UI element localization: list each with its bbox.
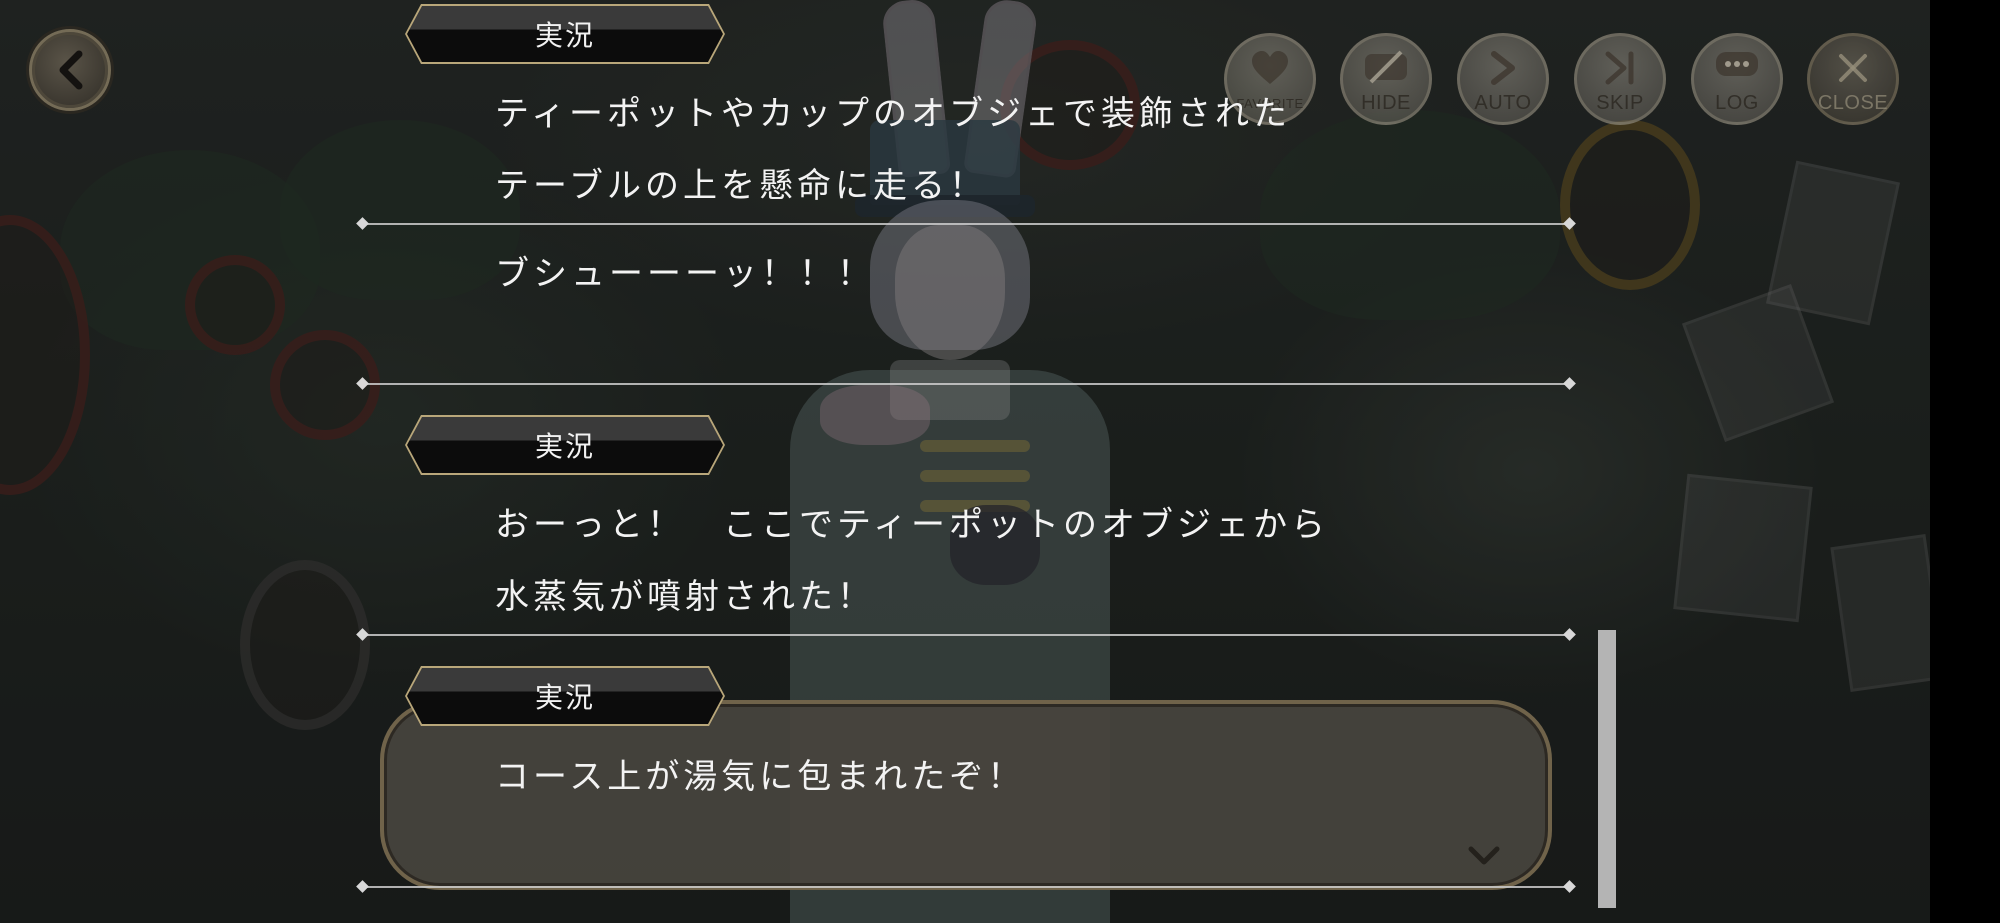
play-icon bbox=[1491, 51, 1515, 85]
skip-forward-icon bbox=[1605, 51, 1634, 85]
close-label: CLOSE bbox=[1817, 92, 1889, 114]
hide-label: HIDE bbox=[1361, 92, 1411, 114]
speaker-tag: 実況 bbox=[405, 666, 725, 726]
speaker-name: 実況 bbox=[534, 681, 595, 714]
right-letterbox bbox=[1930, 0, 2000, 923]
skip-label: SKIP bbox=[1596, 92, 1644, 114]
speaker-tag: 実況 bbox=[405, 4, 725, 64]
speaker-tag: 実況 bbox=[405, 415, 725, 475]
log-line: ブシューーーッ！！！ bbox=[495, 254, 875, 294]
skip-button[interactable]: SKIP bbox=[1574, 33, 1666, 125]
hide-button[interactable]: HIDE bbox=[1340, 33, 1432, 125]
back-button[interactable] bbox=[29, 29, 111, 111]
entry-separator bbox=[362, 886, 1570, 888]
log-line: おーっと！ ここでティーポットのオブジェから bbox=[495, 505, 1329, 545]
chat-bubble-icon bbox=[1716, 52, 1758, 76]
chevron-left-icon bbox=[59, 50, 83, 90]
log-line: テーブルの上を懸命に走る！ bbox=[495, 166, 987, 206]
close-button[interactable]: CLOSE bbox=[1807, 33, 1899, 125]
log-button[interactable]: LOG bbox=[1691, 33, 1783, 125]
scrollbar-thumb[interactable] bbox=[1598, 630, 1616, 908]
entry-separator bbox=[362, 383, 1570, 385]
close-icon bbox=[1839, 54, 1867, 82]
auto-label: AUTO bbox=[1474, 92, 1532, 114]
backlog-scrollbar[interactable] bbox=[1598, 630, 1616, 908]
entry-separator bbox=[362, 634, 1570, 636]
chevron-down-icon bbox=[1468, 846, 1500, 865]
speaker-name: 実況 bbox=[534, 430, 595, 463]
speaker-name: 実況 bbox=[534, 19, 595, 52]
log-line: コース上が湯気に包まれたぞ！ bbox=[495, 757, 1026, 797]
log-label: LOG bbox=[1715, 92, 1759, 114]
entry-separator bbox=[362, 223, 1570, 225]
log-line: 水蒸気が噴射された！ bbox=[495, 577, 875, 617]
auto-button[interactable]: AUTO bbox=[1457, 33, 1549, 125]
eye-slash-icon bbox=[1365, 50, 1407, 84]
log-line: ティーポットやカップのオブジェで装飾された bbox=[495, 94, 1291, 134]
